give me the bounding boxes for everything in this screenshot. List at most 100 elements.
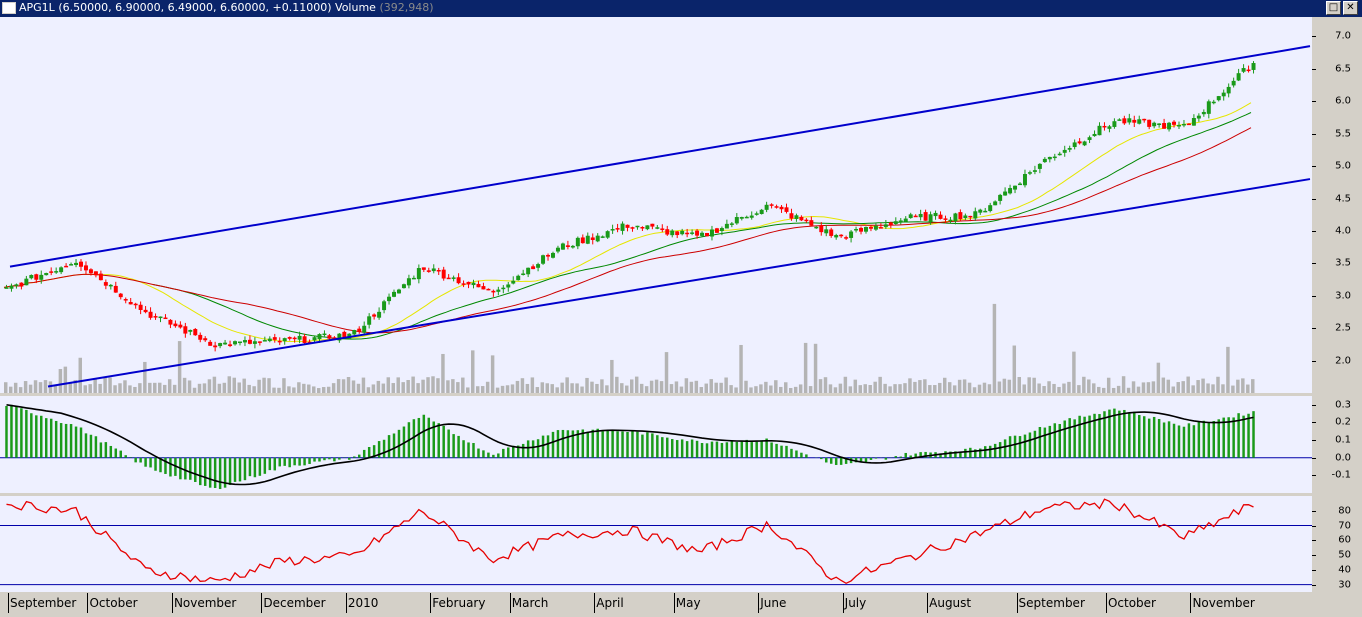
volume-bar xyxy=(540,382,545,393)
candle-up xyxy=(24,278,29,286)
candle-down xyxy=(695,230,700,236)
candle-down xyxy=(163,317,168,320)
candle-up xyxy=(1152,122,1157,127)
candle-down xyxy=(769,204,774,206)
month-label: March xyxy=(511,596,549,610)
volume-bar xyxy=(669,384,674,393)
volume-bar xyxy=(1151,381,1156,393)
volume-bar xyxy=(38,382,43,393)
volume-bar xyxy=(1241,378,1245,393)
volume-bar xyxy=(1251,379,1255,393)
candle-down xyxy=(1122,118,1127,124)
volume-bar xyxy=(1106,377,1111,393)
candle-up xyxy=(1047,156,1052,160)
volume-bar xyxy=(779,386,783,393)
volume-bar xyxy=(331,383,336,393)
volume-bar xyxy=(336,379,341,393)
candle-up xyxy=(759,209,764,215)
candle-up xyxy=(1127,118,1132,123)
candle-up xyxy=(352,330,357,335)
volume-bar xyxy=(858,385,863,393)
volume-bar xyxy=(78,357,82,393)
candle-up xyxy=(1177,124,1181,127)
candle-up xyxy=(1107,126,1112,129)
volume-bar xyxy=(729,385,733,393)
candle-up xyxy=(1201,111,1206,115)
volume-bar xyxy=(1226,346,1230,393)
volume-bar xyxy=(490,355,495,393)
volume-bar xyxy=(148,382,152,393)
volume-bar xyxy=(639,383,644,393)
candle-up xyxy=(719,228,724,231)
volume-bar xyxy=(679,386,684,393)
candle-up xyxy=(367,316,372,325)
volume-bar xyxy=(167,379,172,393)
candle-down xyxy=(804,219,809,222)
candle-down xyxy=(49,271,54,273)
volume-bar xyxy=(18,387,23,393)
candle-up xyxy=(605,231,610,238)
candle-up xyxy=(54,271,59,273)
candle-up xyxy=(1072,142,1077,148)
candle-down xyxy=(565,245,570,247)
candle-up xyxy=(1037,163,1042,169)
volume-bar xyxy=(1171,386,1176,393)
candle-up xyxy=(108,284,113,287)
volume-bar xyxy=(128,385,132,393)
candle-down xyxy=(247,339,252,344)
candle-down xyxy=(486,288,491,291)
volume-bar xyxy=(197,383,202,393)
volume-bar xyxy=(475,386,480,393)
candle-up xyxy=(59,267,64,273)
candle-up xyxy=(903,218,908,222)
volume-bar xyxy=(88,384,92,393)
trend-channel-upper-line xyxy=(9,45,1311,268)
candle-up xyxy=(1241,68,1246,72)
volume-bar xyxy=(287,386,291,393)
candle-up xyxy=(536,264,541,268)
volume-bar xyxy=(759,384,763,393)
volume-bar xyxy=(530,377,535,393)
candle-up xyxy=(610,229,615,231)
candle-down xyxy=(83,265,88,271)
volume-bar xyxy=(1231,385,1235,393)
volume-bar xyxy=(421,379,425,393)
month-label: September xyxy=(1018,596,1085,610)
volume-bar xyxy=(793,386,798,393)
candle-up xyxy=(1087,137,1092,141)
candle-down xyxy=(839,234,844,237)
volume-bar xyxy=(321,387,326,393)
candle-down xyxy=(1142,118,1147,121)
volume-bar xyxy=(133,386,137,393)
candle-down xyxy=(88,269,93,274)
volume-bar xyxy=(992,303,997,393)
volume-bar xyxy=(68,383,73,393)
month-label: 2010 xyxy=(347,596,379,610)
volume-bar xyxy=(982,382,987,393)
candle-up xyxy=(267,338,272,342)
volume-bar xyxy=(257,379,261,393)
volume-bar xyxy=(709,379,713,393)
candle-up xyxy=(252,341,257,344)
candle-up xyxy=(1191,118,1196,126)
candle-down xyxy=(859,227,864,232)
month-separator xyxy=(1105,593,1107,613)
volume-bar xyxy=(893,384,897,393)
candle-down xyxy=(257,341,262,343)
candle-up xyxy=(431,268,436,272)
candle-down xyxy=(113,285,118,293)
candle-down xyxy=(481,286,486,290)
candle-down xyxy=(148,311,153,318)
candle-down xyxy=(228,344,233,347)
candle-down xyxy=(372,314,377,317)
candle-up xyxy=(963,215,968,219)
candle-up xyxy=(158,316,163,319)
volume-bar xyxy=(1206,383,1210,393)
volume-bar xyxy=(1216,376,1220,393)
candle-up xyxy=(317,334,322,340)
volume-bar xyxy=(634,376,639,393)
candle-up xyxy=(749,215,754,218)
candle-down xyxy=(705,233,709,237)
volume-bar xyxy=(823,377,828,393)
candle-up xyxy=(14,284,19,286)
